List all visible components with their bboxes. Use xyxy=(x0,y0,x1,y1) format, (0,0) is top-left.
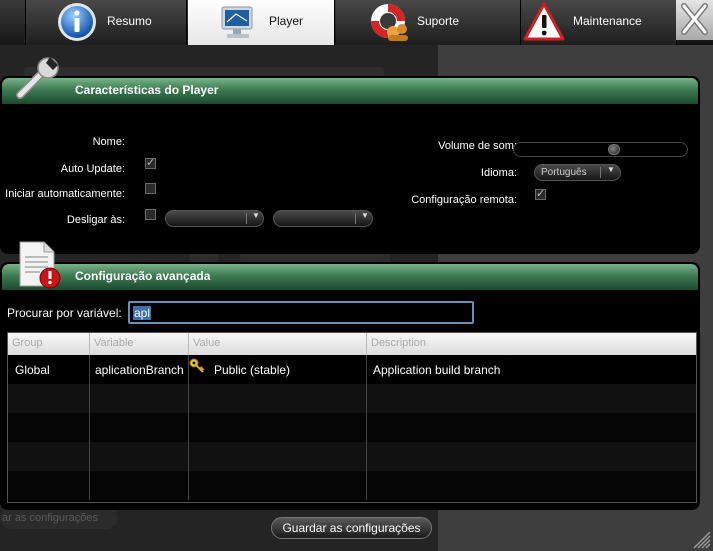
desligar-minute-select[interactable]: ▼ xyxy=(273,210,373,227)
cell-value xyxy=(189,413,367,442)
lifebuoy-icon xyxy=(371,4,408,41)
tab-resumo[interactable]: Resumo xyxy=(26,0,187,45)
warning-icon xyxy=(523,2,565,41)
tab-bar: Resumo Player Suporte Maintenance xyxy=(0,0,713,45)
nome-label: Nome: xyxy=(92,136,125,148)
volume-slider[interactable] xyxy=(513,142,688,157)
column-header-group[interactable]: Group xyxy=(8,333,90,355)
wrench-icon xyxy=(16,57,59,99)
cell-variable xyxy=(90,471,189,500)
cell-value[interactable]: Public (stable) xyxy=(189,355,367,384)
document-alert-icon xyxy=(19,241,61,289)
column-header-variable[interactable]: Variable xyxy=(90,333,189,355)
config-remota-checkbox[interactable] xyxy=(535,187,546,200)
volume-label: Volume de som: xyxy=(438,140,517,152)
table-row[interactable] xyxy=(8,442,696,471)
tab-suporte[interactable]: Suporte xyxy=(336,0,521,45)
panel-title: Configuração avançada xyxy=(75,269,211,283)
iniciar-automaticamente-checkbox[interactable] xyxy=(145,183,156,194)
cell-variable xyxy=(90,384,189,413)
cell-value xyxy=(189,384,367,413)
table-row[interactable] xyxy=(8,413,696,442)
cell-group xyxy=(8,471,90,500)
cell-description xyxy=(367,384,696,413)
idioma-label: Idioma: xyxy=(480,167,517,179)
desligar-checkbox[interactable] xyxy=(145,209,156,220)
tab-bar-left-edge xyxy=(0,0,26,45)
desligar-label: Desligar às: xyxy=(66,214,125,226)
column-header-description[interactable]: Description xyxy=(367,333,696,355)
background-save-button: ar as configurações xyxy=(0,507,118,529)
key-icon xyxy=(189,358,205,373)
tab-maintenance[interactable]: Maintenance xyxy=(521,0,677,45)
cell-variable xyxy=(90,442,189,471)
cell-description xyxy=(367,413,696,442)
cell-value xyxy=(189,471,367,500)
cell-group: Global xyxy=(8,355,90,384)
volume-slider-thumb[interactable] xyxy=(608,144,620,155)
tab-player[interactable]: Player xyxy=(188,0,335,45)
cell-value-text: Public (stable) xyxy=(214,363,291,377)
auto-update-checkbox[interactable] xyxy=(145,156,156,169)
cell-description xyxy=(367,471,696,500)
monitor-icon xyxy=(221,6,253,38)
cell-variable: aplicationBranch xyxy=(90,355,189,384)
cell-group xyxy=(8,413,90,442)
variables-table: Group Variable Value Description Global … xyxy=(7,332,697,503)
close-button[interactable] xyxy=(676,0,713,40)
cell-variable xyxy=(90,413,189,442)
info-icon xyxy=(58,3,96,41)
resize-grip-icon[interactable] xyxy=(692,530,711,549)
idioma-select-value: Português xyxy=(541,167,587,178)
cell-description: Application build branch xyxy=(373,363,501,377)
panel-title: Características do Player xyxy=(75,83,219,97)
column-header-value[interactable]: Value xyxy=(189,333,367,355)
cell-value xyxy=(189,442,367,471)
chevron-down-icon: ▼ xyxy=(361,211,369,220)
search-label: Procurar por variável: xyxy=(7,306,122,320)
idioma-select[interactable]: Português ▼ xyxy=(534,164,621,181)
tab-resumo-label: Resumo xyxy=(107,14,152,28)
chevron-down-icon: ▼ xyxy=(607,165,615,174)
tab-maintenance-label: Maintenance xyxy=(573,14,642,28)
search-input-value: apl xyxy=(133,306,152,320)
table-row[interactable] xyxy=(8,384,696,413)
tab-player-label: Player xyxy=(269,14,304,28)
cell-group xyxy=(8,442,90,471)
close-icon xyxy=(681,3,708,35)
cell-group xyxy=(8,384,90,413)
table-row[interactable] xyxy=(8,471,696,500)
tab-suporte-label: Suporte xyxy=(417,14,460,28)
desligar-hour-select[interactable]: ▼ xyxy=(165,210,264,227)
search-input[interactable]: apl xyxy=(128,301,474,324)
player-characteristics-panel: Características do Player Nome: Auto Upd… xyxy=(0,76,700,254)
table-row[interactable]: Global aplicationBranch Public (stable) … xyxy=(8,355,696,384)
save-settings-button[interactable]: Guardar as configurações xyxy=(271,517,432,539)
chevron-down-icon: ▼ xyxy=(252,211,260,220)
config-remota-label: Configuração remota: xyxy=(411,194,517,206)
iniciar-automaticamente-label: Iniciar automaticamente: xyxy=(5,188,125,200)
cell-description xyxy=(367,442,696,471)
auto-update-label: Auto Update: xyxy=(60,163,125,175)
